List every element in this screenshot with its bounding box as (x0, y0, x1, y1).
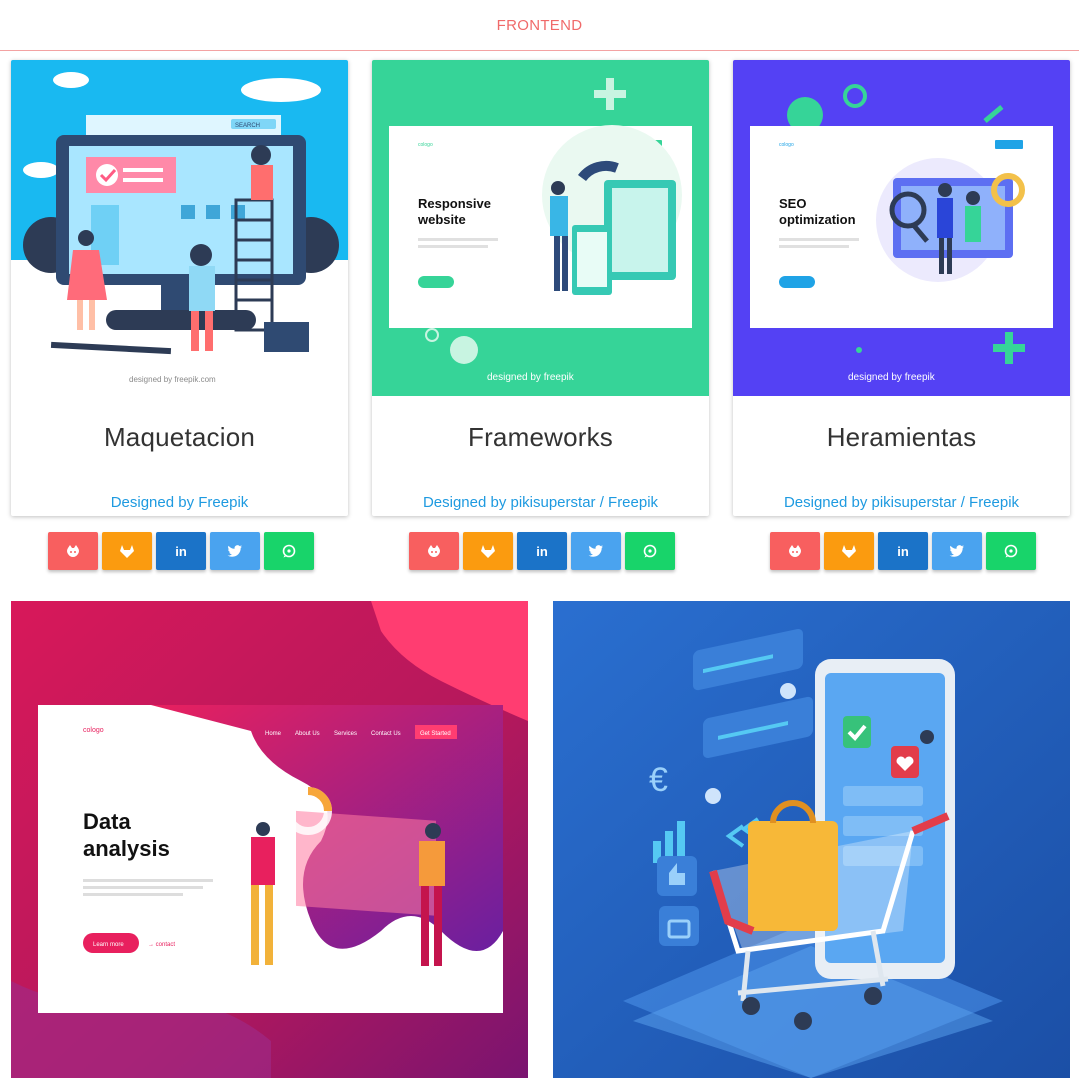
image-caption: designed by freepik.com (129, 375, 216, 384)
image-button: Learn more (93, 942, 124, 948)
share-buttons-heramientas: in (770, 532, 1036, 570)
card-heramientas[interactable]: cologo SEO optimization designed by free… (733, 60, 1070, 516)
image-logo: cologo (83, 727, 104, 734)
card-credit-link[interactable]: Designed by pikisuperstar / Freepik (372, 494, 709, 511)
card-data-analysis[interactable]: cologo Home About Us Services Contact Us… (11, 601, 528, 1078)
card-title: Maquetacion (103, 422, 256, 452)
nav-services: Services (334, 731, 357, 737)
nav-about: About Us (295, 731, 320, 737)
card-ecommerce[interactable]: € (553, 601, 1070, 1078)
twitter-icon (227, 545, 242, 557)
github-icon (67, 545, 79, 557)
gitlab-icon (842, 545, 856, 558)
gitlab-button[interactable] (102, 532, 152, 570)
section-header: FRONTEND (0, 0, 1079, 51)
image-caption: designed by freepik (487, 372, 575, 383)
card-image-frameworks[interactable]: cologo Responsive website designed by fr… (372, 60, 709, 396)
gitlab-button[interactable] (824, 532, 874, 570)
image-caption: designed by freepik (848, 372, 936, 383)
image-logo: cologo (779, 142, 794, 148)
linkedin-button[interactable]: in (517, 532, 567, 570)
card-title: Heramientas (826, 422, 977, 452)
github-icon (428, 545, 440, 557)
gitlab-icon (481, 545, 495, 558)
image-heading-line-1: Data (83, 809, 131, 834)
share-buttons-frameworks: in (409, 532, 675, 570)
linkedin-button[interactable]: in (156, 532, 206, 570)
github-button[interactable] (409, 532, 459, 570)
image-heading-line-1: SEO (779, 196, 806, 211)
gitlab-icon (120, 545, 134, 558)
nav-cta: Get Started (420, 731, 451, 737)
whatsapp-button[interactable] (625, 532, 675, 570)
card-maquetacion[interactable]: SEARCH designed by freepik.com Maquetaci… (11, 60, 348, 516)
twitter-icon (949, 545, 964, 557)
twitter-button[interactable] (210, 532, 260, 570)
whatsapp-icon (1004, 544, 1018, 558)
gitlab-button[interactable] (463, 532, 513, 570)
card-credit-link[interactable]: Designed by Freepik (11, 494, 348, 511)
euro-icon: € (649, 761, 668, 799)
github-button[interactable] (48, 532, 98, 570)
twitter-button[interactable] (932, 532, 982, 570)
card-image-maquetacion[interactable]: SEARCH designed by freepik.com (11, 60, 348, 396)
card-credit-link[interactable]: Designed by pikisuperstar / Freepik (733, 494, 1070, 511)
nav-home: Home (265, 731, 282, 737)
linkedin-icon: in (536, 543, 548, 559)
whatsapp-icon (282, 544, 296, 558)
linkedin-icon: in (175, 543, 187, 559)
image-link: → contact (148, 942, 175, 948)
image-heading-line-2: website (417, 212, 466, 227)
nav-contact: Contact Us (371, 731, 401, 737)
card-image-heramientas[interactable]: cologo SEO optimization designed by free… (733, 60, 1070, 396)
twitter-button[interactable] (571, 532, 621, 570)
github-icon (789, 545, 801, 557)
search-label: SEARCH (235, 123, 260, 129)
twitter-icon (588, 545, 603, 557)
linkedin-button[interactable]: in (878, 532, 928, 570)
whatsapp-button[interactable] (986, 532, 1036, 570)
image-heading-line-2: optimization (779, 212, 856, 227)
github-button[interactable] (770, 532, 820, 570)
image-heading-line-1: Responsive (418, 196, 491, 211)
linkedin-icon: in (897, 543, 909, 559)
card-title: Frameworks (467, 422, 613, 452)
image-heading-line-2: analysis (83, 836, 170, 861)
whatsapp-button[interactable] (264, 532, 314, 570)
share-buttons-maquetacion: in (48, 532, 314, 570)
section-title: FRONTEND (496, 16, 583, 34)
whatsapp-icon (643, 544, 657, 558)
image-logo: cologo (418, 142, 433, 148)
card-frameworks[interactable]: cologo Responsive website designed by fr… (372, 60, 709, 516)
